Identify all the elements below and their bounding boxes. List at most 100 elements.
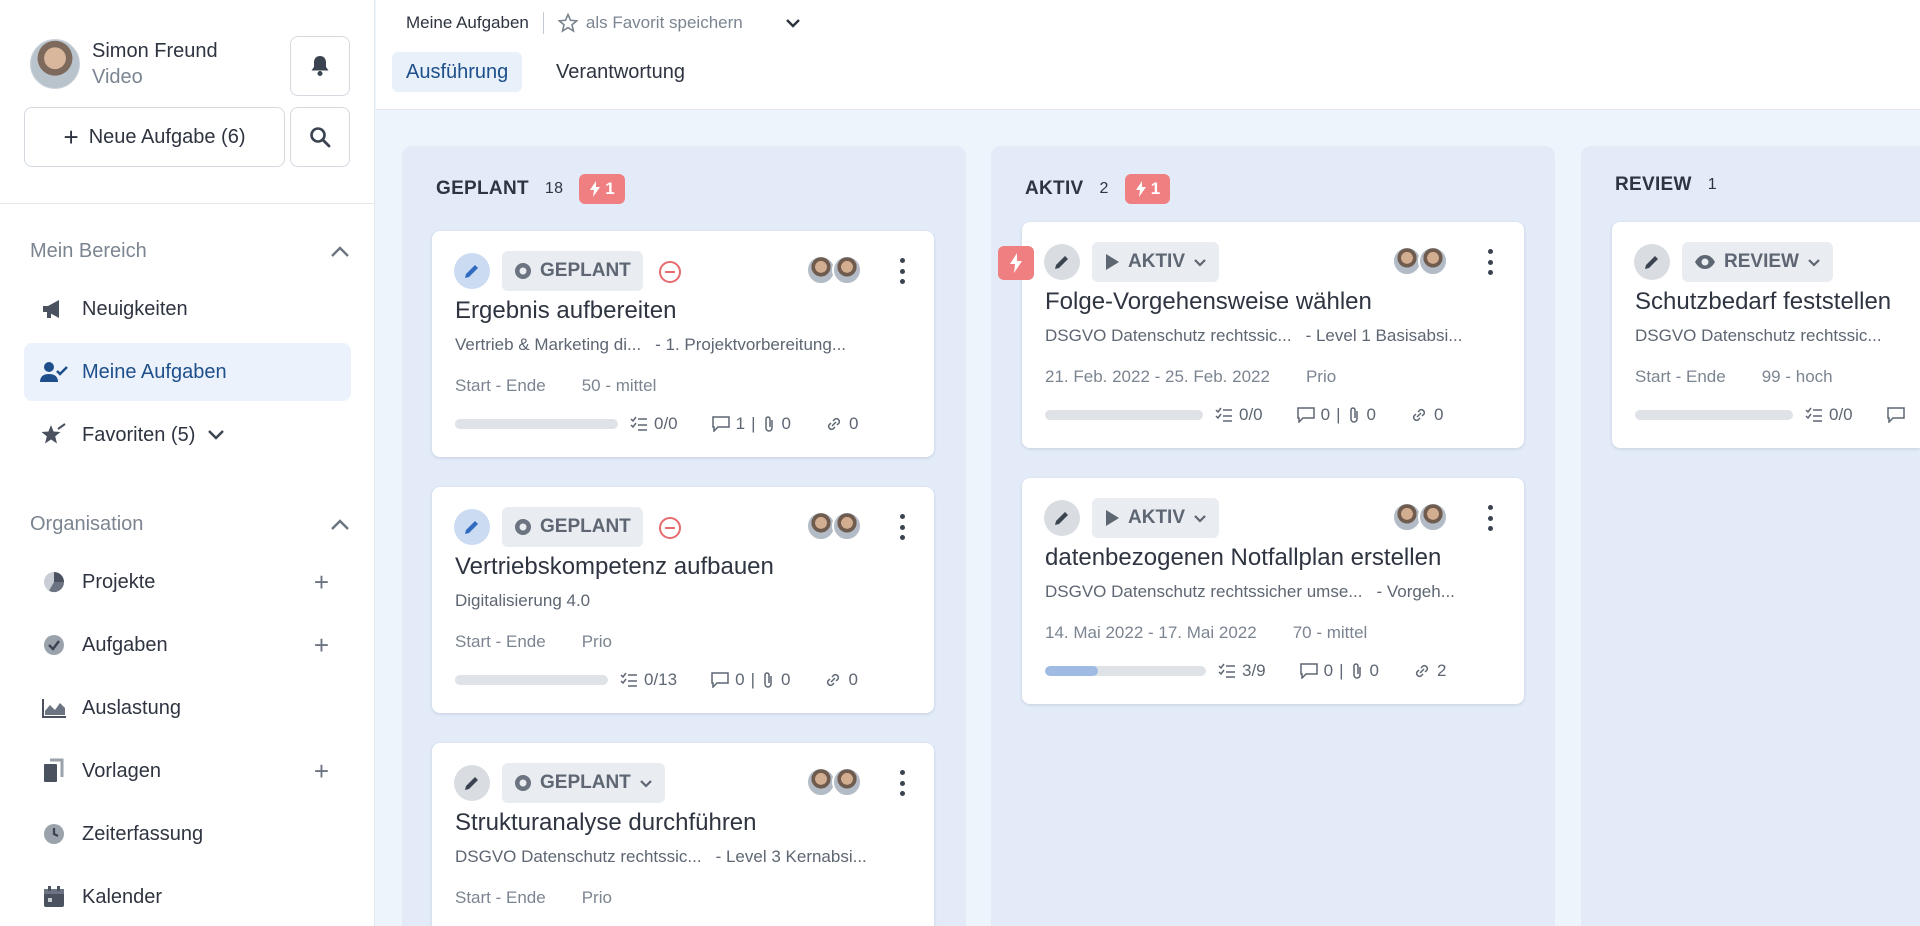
assignee-avatars[interactable] xyxy=(806,255,862,285)
status-pill[interactable]: GEPLANT xyxy=(502,763,665,803)
sidebar-item-neuigkeiten[interactable]: Neuigkeiten xyxy=(24,280,351,338)
attachment-count: 0 xyxy=(1350,661,1379,681)
section-my-area-label: Mein Bereich xyxy=(30,240,147,262)
column-title: REVIEW xyxy=(1615,174,1692,195)
status-pill[interactable]: REVIEW xyxy=(1682,242,1833,282)
checklist-count: 0/0 xyxy=(630,414,678,434)
task-card[interactable]: GEPLANT Vertriebskompetenz aufbauen Digi… xyxy=(432,487,934,713)
pencil-icon[interactable] xyxy=(1634,244,1670,280)
section-my-area[interactable]: Mein Bereich xyxy=(30,240,350,263)
comment-icon xyxy=(1299,663,1318,679)
avatar xyxy=(30,39,80,89)
comment-count: 0 xyxy=(1296,405,1330,425)
tab-verantwortung[interactable]: Verantwortung xyxy=(542,52,699,92)
column-geplant: GEPLANT 18 1 GEPLANT Ergebnis aufbereite… xyxy=(402,146,966,926)
link-count: 0 xyxy=(825,414,858,434)
status-pill[interactable]: AKTIV xyxy=(1092,242,1219,282)
tab-ausfuehrung[interactable]: Ausführung xyxy=(392,52,523,92)
card-menu-button[interactable] xyxy=(892,255,912,287)
phase-name: - 1. Projektvorbereitung... xyxy=(655,335,847,354)
card-menu-button[interactable] xyxy=(892,511,912,543)
new-task-button[interactable]: + Neue Aufgabe (6) xyxy=(24,107,285,167)
progress-bar xyxy=(455,675,608,685)
task-card[interactable]: AKTIV datenbezogenen Notfallplan erstell… xyxy=(1022,478,1524,704)
chevron-up-icon xyxy=(331,518,349,530)
sidebar-item-projekte[interactable]: Projekte + xyxy=(24,553,351,611)
card-project: DSGVO Datenschutz rechtssic... - Level 1 … xyxy=(1045,326,1462,346)
status-label: AKTIV xyxy=(1128,251,1185,272)
user-role: Video xyxy=(92,66,143,88)
checklist-icon xyxy=(620,672,637,687)
assignee-avatars[interactable] xyxy=(1392,502,1448,532)
column-header: REVIEW 1 xyxy=(1615,174,1717,196)
pencil-icon[interactable] xyxy=(454,253,490,289)
project-name: DSGVO Datenschutz rechtssicher umse... xyxy=(1045,582,1363,601)
add-template-button[interactable]: + xyxy=(314,758,329,784)
pencil-icon[interactable] xyxy=(454,765,490,801)
pencil-icon[interactable] xyxy=(1044,500,1080,536)
link-count: 0 xyxy=(1410,405,1443,425)
pencil-icon[interactable] xyxy=(1044,244,1080,280)
column-header: AKTIV 2 1 xyxy=(1025,174,1171,204)
dot-circle-icon xyxy=(515,775,531,791)
chevron-down-icon xyxy=(1194,514,1206,523)
search-button[interactable] xyxy=(290,107,350,167)
card-footer: 0/0 1 | 0 0 xyxy=(455,414,858,434)
progress-bar xyxy=(455,419,618,429)
pencil-icon[interactable] xyxy=(454,509,490,545)
column-review: REVIEW 1 REVIEW Schutzbedarf feststellen… xyxy=(1581,146,1920,926)
chevron-down-icon[interactable] xyxy=(785,18,801,28)
chevron-down-icon xyxy=(1194,258,1206,267)
assignee-avatars[interactable] xyxy=(806,767,862,797)
card-menu-button[interactable] xyxy=(1480,246,1500,278)
sidebar-item-zeiterfassung[interactable]: Zeiterfassung xyxy=(24,805,351,863)
plus-icon: + xyxy=(63,122,79,152)
sidebar-item-label: Vorlagen xyxy=(82,759,161,782)
assignee-avatars[interactable] xyxy=(806,511,862,541)
chevron-down-icon[interactable] xyxy=(207,429,225,441)
star-outline-icon xyxy=(557,13,578,33)
column-title: GEPLANT xyxy=(436,178,529,199)
avatar xyxy=(1418,246,1448,276)
user-profile[interactable]: Simon Freund Video xyxy=(30,38,218,90)
paperclip-icon xyxy=(764,416,773,432)
status-pill[interactable]: GEPLANT xyxy=(502,507,643,547)
card-meta: 14. Mai 2022 - 17. Mai 2022 70 - mittel xyxy=(1045,623,1367,643)
assignee-avatars[interactable] xyxy=(1392,246,1448,276)
project-name: Vertrieb & Marketing di... xyxy=(455,335,642,354)
sidebar-item-kalender[interactable]: Kalender xyxy=(24,868,351,926)
task-card[interactable]: AKTIV Folge-Vorgehensweise wählen DSGVO … xyxy=(1022,222,1524,448)
add-project-button[interactable]: + xyxy=(314,569,329,595)
task-card[interactable]: GEPLANT Ergebnis aufbereiten Vertrieb & … xyxy=(432,231,934,457)
status-label: AKTIV xyxy=(1128,507,1185,528)
checklist-icon xyxy=(630,416,647,431)
status-pill[interactable]: GEPLANT xyxy=(502,251,643,291)
add-task-button[interactable]: + xyxy=(314,632,329,658)
task-card[interactable]: GEPLANT Strukturanalyse durchführen DSGV… xyxy=(432,743,934,926)
search-icon xyxy=(310,127,331,148)
checklist-icon xyxy=(1218,663,1235,678)
sidebar-item-auslastung[interactable]: Auslastung xyxy=(24,679,351,737)
avatar xyxy=(832,511,862,541)
section-organisation[interactable]: Organisation xyxy=(30,513,350,536)
avatar xyxy=(832,767,862,797)
checklist-icon xyxy=(1215,407,1232,422)
sidebar-item-favoriten[interactable]: Favoriten (5) xyxy=(24,406,351,464)
sidebar-item-label: Kalender xyxy=(82,885,163,908)
card-title: Vertriebskompetenz aufbauen xyxy=(455,553,774,580)
sidebar-item-vorlagen[interactable]: Vorlagen + xyxy=(24,742,351,800)
card-dates: Start - Ende xyxy=(1635,367,1726,386)
comment-icon xyxy=(711,416,730,432)
card-menu-button[interactable] xyxy=(1480,502,1500,534)
sidebar-item-meine-aufgaben[interactable]: Meine Aufgaben xyxy=(24,343,351,401)
check-circle-icon xyxy=(40,631,68,659)
chevron-up-icon xyxy=(331,245,349,257)
sidebar-item-aufgaben[interactable]: Aufgaben + xyxy=(24,616,351,674)
card-meta: 21. Feb. 2022 - 25. Feb. 2022 Prio xyxy=(1045,367,1336,387)
status-pill[interactable]: AKTIV xyxy=(1092,498,1219,538)
blocked-icon xyxy=(659,517,681,539)
save-favorite-button[interactable]: als Favorit speichern xyxy=(557,13,743,33)
card-menu-button[interactable] xyxy=(892,767,912,799)
notifications-button[interactable] xyxy=(290,36,350,96)
task-card[interactable]: REVIEW Schutzbedarf feststellen DSGVO Da… xyxy=(1612,222,1920,448)
